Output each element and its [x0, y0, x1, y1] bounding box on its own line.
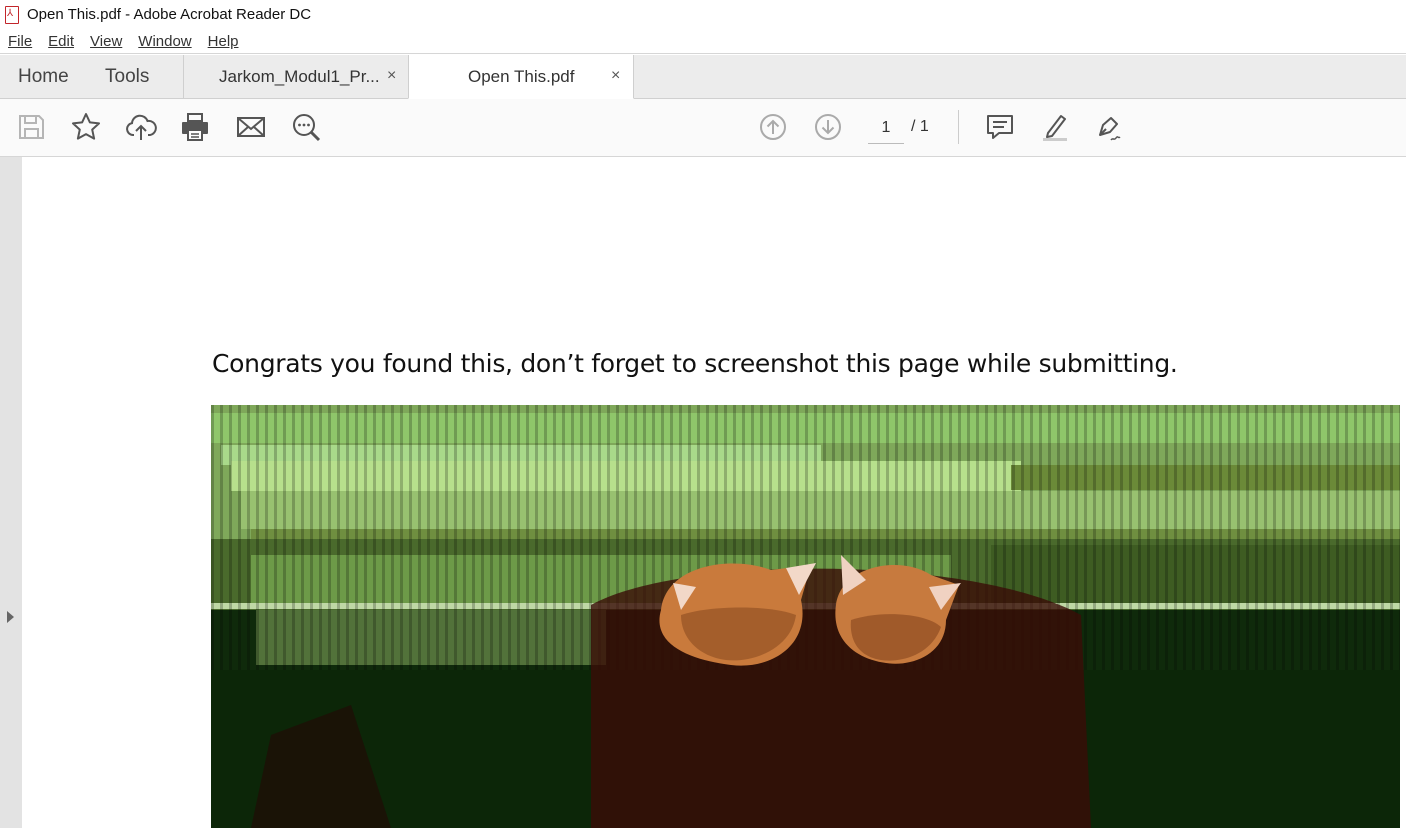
comment-button[interactable]	[983, 110, 1017, 144]
previous-page-button[interactable]	[756, 110, 790, 144]
toolbar-divider	[958, 110, 959, 144]
toolbar	[0, 99, 1406, 157]
find-button[interactable]	[289, 110, 323, 144]
upload-cloud-icon	[126, 114, 157, 140]
highlight-pen-icon	[1043, 115, 1067, 141]
print-icon	[182, 113, 208, 141]
page-total: / 1	[911, 118, 929, 135]
tab-label: Open This.pdf	[468, 66, 575, 86]
sign-button[interactable]	[1093, 110, 1127, 144]
expand-pane-arrow-icon[interactable]	[7, 611, 14, 623]
title-bar: ⅄ Open This.pdf - Adobe Acrobat Reader D…	[0, 0, 1406, 29]
highlight-button[interactable]	[1038, 110, 1072, 144]
menu-edit[interactable]: Edit	[40, 33, 82, 50]
home-tab[interactable]: Home	[18, 55, 69, 98]
tools-tab[interactable]: Tools	[105, 55, 149, 98]
document-tab-jarkom[interactable]: Jarkom_Modul1_Pr... ×	[183, 55, 409, 98]
page-number-input[interactable]: 1	[868, 116, 904, 144]
save-button[interactable]	[14, 110, 48, 144]
document-view[interactable]: Congrats you found this, don’t forget to…	[22, 157, 1406, 828]
zoom-search-icon	[293, 114, 321, 142]
arrow-up-circle-icon	[760, 114, 786, 140]
menu-window[interactable]: Window	[130, 33, 199, 50]
next-page-button[interactable]	[811, 110, 845, 144]
menu-bar: File Edit View Window Help	[0, 29, 1406, 54]
comment-icon	[987, 115, 1013, 139]
menu-help[interactable]: Help	[200, 33, 247, 50]
tab-bar: Home Tools Jarkom_Modul1_Pr... × Open Th…	[0, 55, 1406, 99]
email-button[interactable]	[234, 110, 268, 144]
star-icon	[72, 113, 100, 140]
menu-file[interactable]: File	[0, 33, 40, 50]
print-button[interactable]	[178, 110, 212, 144]
left-pane-rail	[0, 157, 22, 828]
arrow-down-circle-icon	[815, 114, 841, 140]
menu-view[interactable]: View	[82, 33, 130, 50]
window-title: Open This.pdf - Adobe Acrobat Reader DC	[27, 6, 312, 23]
document-tab-open-this[interactable]: Open This.pdf ×	[408, 55, 634, 99]
document-text: Congrats you found this, don’t forget to…	[212, 349, 1178, 378]
tab-label: Jarkom_Modul1_Pr...	[219, 66, 380, 86]
close-icon[interactable]: ×	[387, 67, 396, 85]
cats-photo	[211, 405, 1400, 828]
bookmark-star-button[interactable]	[69, 110, 103, 144]
email-icon	[237, 117, 265, 137]
sign-pen-icon	[1099, 117, 1121, 141]
upload-button[interactable]	[124, 110, 158, 144]
acrobat-pdf-icon: ⅄	[4, 5, 20, 24]
save-icon	[19, 115, 44, 139]
close-icon[interactable]: ×	[611, 67, 620, 85]
